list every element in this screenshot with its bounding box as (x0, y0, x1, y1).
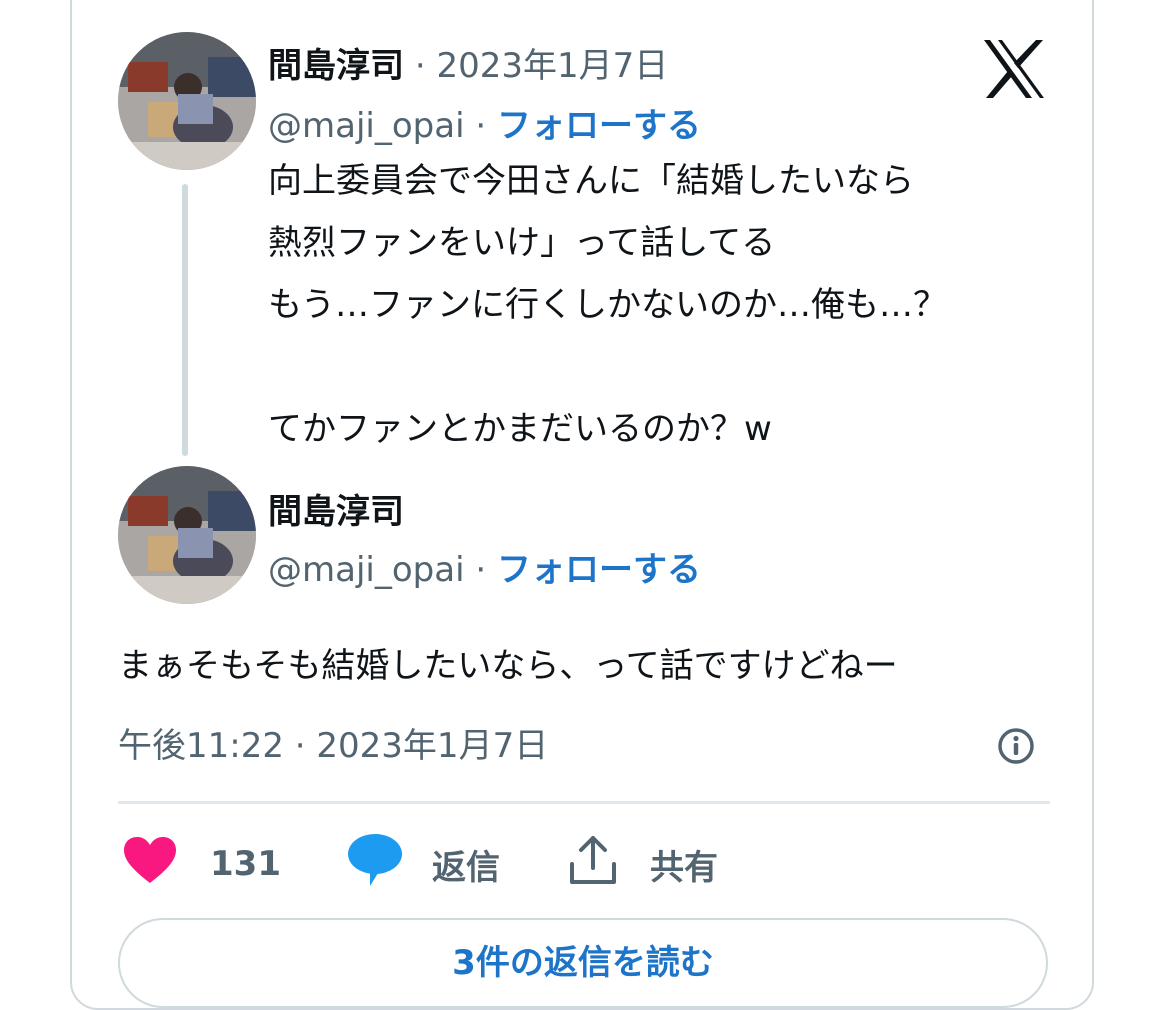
header-separator: · (414, 46, 426, 86)
info-icon[interactable] (996, 726, 1036, 766)
like-button[interactable]: 131 (122, 832, 281, 896)
reply-follow-link[interactable]: フォローする (497, 550, 701, 590)
share-button[interactable]: 共有 (568, 832, 718, 896)
author-handle[interactable]: @maji_opai (268, 106, 465, 146)
read-replies-button[interactable]: 3件の返信を読む (118, 918, 1048, 1008)
reply-header: 間島淳司 (268, 484, 404, 533)
share-upload-icon (568, 834, 618, 895)
reply-author-name[interactable]: 間島淳司 (268, 492, 404, 532)
speech-bubble-icon (346, 832, 404, 897)
author-name[interactable]: 間島淳司 (268, 46, 404, 86)
tweet-text: 向上委員会で今田さんに「結婚したいなら 熱烈ファンをいけ」って話してる もう…フ… (268, 161, 947, 449)
share-label: 共有 (650, 847, 718, 888)
heart-icon (122, 835, 178, 894)
reply-button[interactable]: 返信 (346, 832, 500, 896)
handle-separator: · (475, 106, 487, 146)
tweet-handle-line: @maji_opai · フォローする (268, 98, 701, 147)
divider (118, 801, 1050, 804)
tweet-header: 間島淳司 · 2023年1月7日 (268, 38, 668, 87)
follow-link[interactable]: フォローする (497, 106, 701, 146)
reply-handle-separator: · (475, 550, 487, 590)
avatar[interactable] (118, 32, 256, 170)
tweet-date[interactable]: 2023年1月7日 (436, 46, 668, 86)
thread-line (182, 184, 188, 456)
reply-label: 返信 (432, 847, 500, 888)
reply-text: まぁそもそも結婚したいなら、って話ですけどねー (118, 646, 898, 686)
like-count: 131 (210, 844, 281, 884)
x-logo-icon[interactable] (982, 38, 1046, 100)
reply-handle-line: @maji_opai · フォローする (268, 542, 701, 591)
reply-timestamp[interactable]: 午後11:22 · 2023年1月7日 (118, 718, 548, 774)
reply-author-handle[interactable]: @maji_opai (268, 550, 465, 590)
avatar[interactable] (118, 466, 256, 604)
